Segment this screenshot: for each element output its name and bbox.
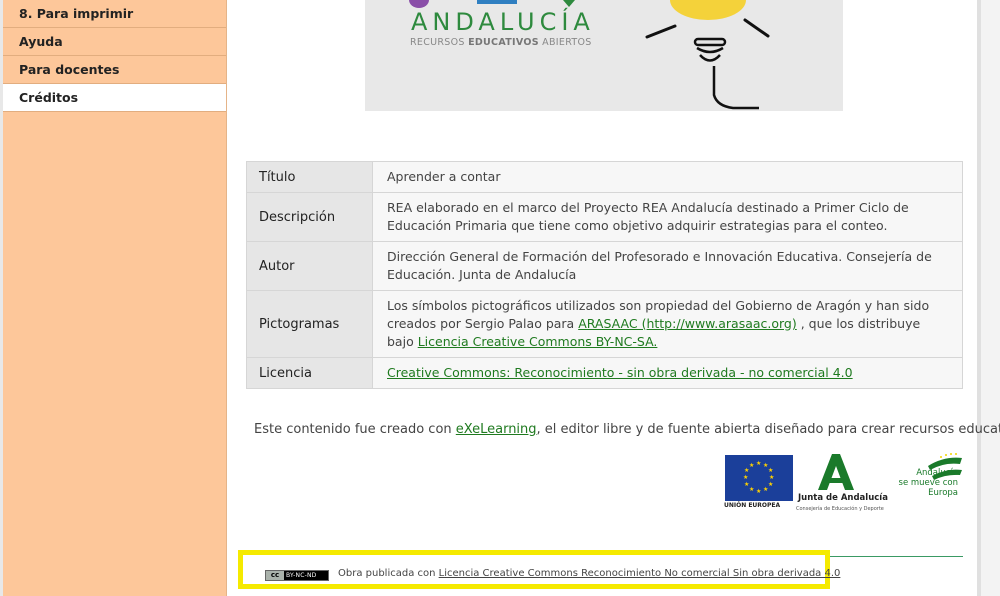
table-row: Título Aprender a contar (246, 161, 963, 193)
row-header-autor: Autor (246, 241, 373, 291)
scrollbar-track[interactable] (981, 0, 1000, 596)
eu-stars-icon: ★ ★★ ★★★ ★★★ ★★★ (743, 460, 774, 495)
svg-text:★: ★ (768, 481, 773, 488)
row-value-descripcion: REA elaborado en el marco del Proyecto R… (372, 192, 963, 242)
exelearning-link[interactable]: eXeLearning (456, 422, 537, 437)
banner-brand: ANDALUCÍA (411, 8, 595, 36)
banner-subtitle: RECURSOS EDUCATIVOS ABIERTOS (410, 37, 592, 48)
sidebar-item-creditos[interactable]: Créditos (3, 84, 226, 112)
sidebar-item-ayuda[interactable]: Ayuda (3, 28, 226, 56)
svg-text:★: ★ (749, 462, 754, 469)
sidebar-item-para-docentes[interactable]: Para docentes (3, 56, 226, 84)
license-notice: Obra publicada con Licencia Creative Com… (338, 568, 841, 579)
row-value-licencia: Creative Commons: Reconocimiento - sin o… (372, 357, 963, 389)
junta-sublabel: Consejería de Educación y Deporte (796, 506, 884, 512)
exelearning-notice: Este contenido fue creado con eXeLearnin… (254, 422, 1000, 437)
junta-label: Junta de Andalucía (798, 493, 888, 503)
svg-text:★: ★ (756, 460, 761, 467)
svg-text:★: ★ (744, 481, 749, 488)
eu-flag-icon: ★ ★ ★ ★ ★ ★ ★ ★ ★ ★ ★ ★ (725, 455, 793, 501)
svg-text:★: ★ (749, 486, 754, 493)
sidebar-item-para-imprimir[interactable]: 8. Para imprimir (3, 0, 226, 28)
cc-by-nc-sa-link[interactable]: Licencia Creative Commons BY-NC-SA. (418, 334, 658, 349)
arasaac-link[interactable]: ARASAAC (http://www.arasaac.org) (578, 316, 797, 331)
svg-text:★: ★ (743, 474, 748, 481)
footer-license-link[interactable]: Licencia Creative Commons Reconocimiento… (439, 568, 841, 579)
rea-banner-image: ANDALUCÍA RECURSOS EDUCATIVOS ABIERTOS (365, 0, 843, 111)
row-value-autor: Dirección General de Formación del Profe… (372, 241, 963, 291)
svg-text:★: ★ (768, 467, 773, 474)
license-footer-highlight: cc BY-NC-ND Obra publicada con Licencia … (238, 550, 840, 589)
row-header-titulo: Título (246, 161, 373, 193)
eu-label: UNIÓN EUROPEA (724, 502, 781, 509)
row-header-pictogramas: Pictogramas (246, 290, 373, 358)
cc-license-badge-icon[interactable]: cc BY-NC-ND (265, 570, 329, 581)
junta-a-icon (818, 454, 854, 490)
table-row: Licencia Creative Commons: Reconocimient… (246, 357, 963, 389)
license-link[interactable]: Creative Commons: Reconocimiento - sin o… (387, 365, 853, 380)
svg-text:★: ★ (756, 488, 761, 495)
funding-logos: ★ ★ ★ ★ ★ ★ ★ ★ ★ ★ ★ ★ UNIÓN EUROPEA Junta de A… (724, 452, 964, 517)
svg-text:★: ★ (763, 486, 768, 493)
table-row: Descripción REA elaborado en el marco de… (246, 192, 963, 242)
credits-table: Título Aprender a contar Descripción REA… (246, 161, 963, 389)
table-row: Autor Dirección General de Formación del… (246, 241, 963, 291)
row-header-licencia: Licencia (246, 357, 373, 389)
row-value-pictogramas: Los símbolos pictográficos utilizados so… (372, 290, 963, 358)
sidebar-nav: 8. Para imprimir Ayuda Para docentes Cré… (3, 0, 227, 596)
svg-text:★: ★ (769, 474, 774, 481)
row-value-titulo: Aprender a contar (372, 161, 963, 193)
table-row: Pictogramas Los símbolos pictográficos u… (246, 290, 963, 358)
row-header-descripcion: Descripción (246, 192, 373, 242)
andalucia-europa-icon (928, 453, 962, 480)
